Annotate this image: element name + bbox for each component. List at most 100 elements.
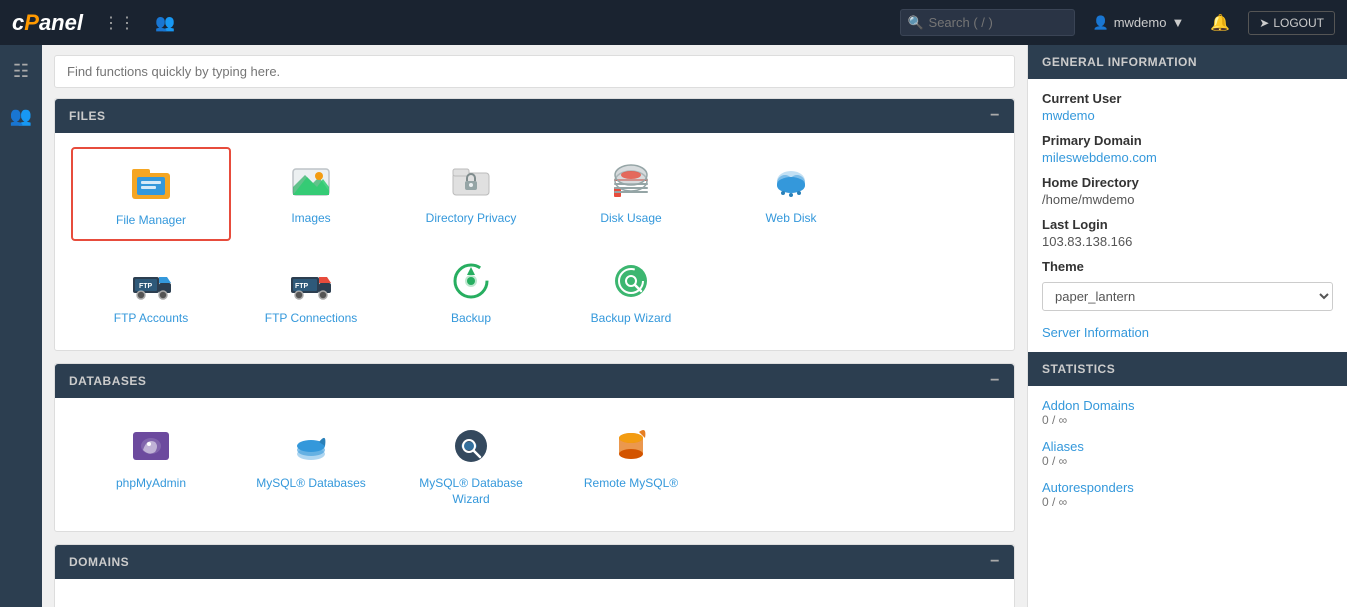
mysql-wizard-item[interactable]: MySQL® Database Wizard xyxy=(391,412,551,517)
stat-addon-domains: Addon Domains 0 / ∞ xyxy=(1042,398,1333,427)
domains-collapse-button[interactable]: − xyxy=(990,553,1000,571)
current-user-label: Current User xyxy=(1042,91,1333,106)
redirects-icon: .com → xyxy=(767,603,815,607)
main-layout: ☷ 👥 FILES − xyxy=(0,45,1347,607)
databases-section-header: DATABASES − xyxy=(55,364,1014,398)
mysql-wizard-icon xyxy=(447,422,495,470)
username-label: mwdemo xyxy=(1114,15,1167,30)
general-info-header: GENERAL INFORMATION xyxy=(1028,45,1347,79)
stat-addon-domains-label[interactable]: Addon Domains xyxy=(1042,398,1333,413)
directory-privacy-icon xyxy=(447,157,495,205)
phpmyadmin-item[interactable]: phpMyAdmin xyxy=(71,412,231,517)
databases-header-label: DATABASES xyxy=(69,374,146,388)
mysql-wizard-label: MySQL® Database Wizard xyxy=(399,476,543,507)
statistics-section: STATISTICS Addon Domains 0 / ∞ Aliases 0… xyxy=(1028,352,1347,533)
search-input[interactable] xyxy=(900,9,1075,36)
remote-mysql-label: Remote MySQL® xyxy=(584,476,678,492)
redirects-item[interactable]: .com → Redirects xyxy=(711,593,871,607)
general-info-header-label: GENERAL INFORMATION xyxy=(1042,55,1197,69)
sidebar-grid-icon[interactable]: ☷ xyxy=(7,55,35,88)
logout-button[interactable]: ➤ LOGOUT xyxy=(1248,11,1335,35)
mysql-databases-icon xyxy=(287,422,335,470)
theme-label: Theme xyxy=(1042,259,1333,274)
server-information-link[interactable]: Server Information xyxy=(1042,325,1333,340)
current-user-value: mwdemo xyxy=(1042,108,1333,123)
statistics-header-label: STATISTICS xyxy=(1042,362,1115,376)
user-avatar-icon: 👤 xyxy=(1093,15,1109,31)
general-info-body: Current User mwdemo Primary Domain miles… xyxy=(1028,79,1347,352)
files-header-label: FILES xyxy=(69,109,106,123)
files-collapse-button[interactable]: − xyxy=(990,107,1000,125)
theme-select[interactable]: paper_lantern xyxy=(1042,282,1333,311)
primary-domain-value: mileswebdemo.com xyxy=(1042,150,1333,165)
remote-mysql-icon xyxy=(607,422,655,470)
addon-domains-item[interactable]: .com + Addon Domains xyxy=(231,593,391,607)
directory-privacy-label: Directory Privacy xyxy=(426,211,517,227)
domains-section: DOMAINS − Site Publisher xyxy=(54,544,1015,607)
svg-text:FTP: FTP xyxy=(139,283,153,290)
general-info-section: GENERAL INFORMATION Current User mwdemo … xyxy=(1028,45,1347,352)
disk-usage-icon xyxy=(607,157,655,205)
files-section: FILES − xyxy=(54,98,1015,351)
backup-item[interactable]: Backup xyxy=(391,247,551,337)
left-sidebar: ☷ 👥 xyxy=(0,45,42,607)
user-menu[interactable]: 👤 mwdemo ▼ xyxy=(1093,15,1185,31)
web-disk-label: Web Disk xyxy=(765,211,816,227)
backup-wizard-icon xyxy=(607,257,655,305)
disk-usage-item[interactable]: Disk Usage xyxy=(551,147,711,241)
sidebar-users-icon[interactable]: 👥 xyxy=(4,100,38,133)
phpmyadmin-icon xyxy=(127,422,175,470)
search-wrapper: 🔍 xyxy=(900,9,1075,36)
addon-domains-icon: .com + xyxy=(287,603,335,607)
statistics-header: STATISTICS xyxy=(1028,352,1347,386)
images-label: Images xyxy=(291,211,330,227)
stat-addon-domains-value: 0 / ∞ xyxy=(1042,413,1333,427)
files-section-header: FILES − xyxy=(55,99,1014,133)
backup-wizard-label: Backup Wizard xyxy=(591,311,672,327)
right-panel: GENERAL INFORMATION Current User mwdemo … xyxy=(1027,45,1347,607)
notifications-bell-icon[interactable]: 🔔 xyxy=(1210,13,1230,33)
stat-aliases: Aliases 0 / ∞ xyxy=(1042,439,1333,468)
users-icon[interactable]: 👥 xyxy=(155,13,175,33)
ftp-accounts-item[interactable]: FTP FTP Accounts xyxy=(71,247,231,337)
logout-label: LOGOUT xyxy=(1273,16,1324,30)
site-publisher-item[interactable]: Site Publisher xyxy=(71,593,231,607)
stat-autoresponders-label[interactable]: Autoresponders xyxy=(1042,480,1333,495)
ftp-connections-label: FTP Connections xyxy=(265,311,358,327)
content-search-input[interactable] xyxy=(54,55,1015,88)
subdomains-item[interactable]: sub. Subdomains xyxy=(391,593,551,607)
home-directory-value: /home/mwdemo xyxy=(1042,192,1333,207)
ftp-connections-item[interactable]: FTP FTP Connections xyxy=(231,247,391,337)
aliases-item[interactable]: .com − Aliases xyxy=(551,593,711,607)
domains-section-header: DOMAINS − xyxy=(55,545,1014,579)
ftp-accounts-label: FTP Accounts xyxy=(114,311,188,327)
mysql-databases-item[interactable]: MySQL® Databases xyxy=(231,412,391,517)
images-icon xyxy=(287,157,335,205)
chevron-down-icon: ▼ xyxy=(1171,15,1184,30)
aliases-icon: .com − xyxy=(607,603,655,607)
web-disk-icon xyxy=(767,157,815,205)
images-item[interactable]: Images xyxy=(231,147,391,241)
site-publisher-icon xyxy=(127,603,175,607)
subdomains-icon: sub. xyxy=(447,603,495,607)
disk-usage-label: Disk Usage xyxy=(600,211,661,227)
backup-wizard-item[interactable]: Backup Wizard xyxy=(551,247,711,337)
remote-mysql-item[interactable]: Remote MySQL® xyxy=(551,412,711,517)
file-manager-item[interactable]: File Manager xyxy=(71,147,231,241)
backup-icon xyxy=(447,257,495,305)
domains-section-body: Site Publisher .com + Addon Domains xyxy=(55,579,1014,607)
domains-header-label: DOMAINS xyxy=(69,555,129,569)
phpmyadmin-label: phpMyAdmin xyxy=(116,476,186,492)
mysql-databases-label: MySQL® Databases xyxy=(256,476,366,492)
web-disk-item[interactable]: Web Disk xyxy=(711,147,871,241)
directory-privacy-item[interactable]: Directory Privacy xyxy=(391,147,551,241)
databases-section-body: phpMyAdmin MySQL® Databa xyxy=(55,398,1014,531)
home-directory-label: Home Directory xyxy=(1042,175,1333,190)
grid-icon[interactable]: ⋮⋮ xyxy=(103,13,135,33)
file-manager-label: File Manager xyxy=(116,213,186,229)
files-section-body: File Manager Images xyxy=(55,133,1014,350)
databases-collapse-button[interactable]: − xyxy=(990,372,1000,390)
stat-aliases-label[interactable]: Aliases xyxy=(1042,439,1333,454)
topnav: cPanel ⋮⋮ 👥 🔍 👤 mwdemo ▼ 🔔 ➤ LOGOUT xyxy=(0,0,1347,45)
svg-text:FTP: FTP xyxy=(295,283,309,290)
